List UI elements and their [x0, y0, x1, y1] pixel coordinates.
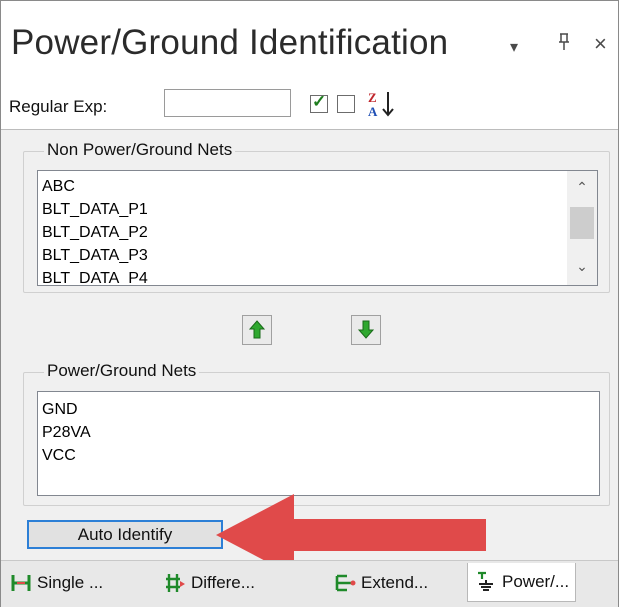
non-power-ground-nets-legend: Non Power/Ground Nets	[44, 140, 236, 160]
list-item[interactable]: VCC	[38, 444, 599, 467]
dropdown-arrow-icon[interactable]: ▾	[510, 37, 518, 57]
tab-differential[interactable]: Differe...	[163, 567, 255, 599]
list-item[interactable]: BLT_DATA_P4	[38, 267, 597, 285]
power-ground-identification-panel: Power/Ground Identification ▾ × Regular …	[0, 0, 619, 607]
tab-power-ground[interactable]: Power/...	[467, 563, 577, 602]
green-up-arrow-icon	[248, 320, 266, 339]
list-item[interactable]: P28VA	[38, 421, 599, 444]
panel-title-bar: Power/Ground Identification ▾ ×	[1, 1, 618, 87]
tab-extended[interactable]: Extend...	[333, 567, 428, 599]
list-item[interactable]: ABC	[38, 175, 597, 198]
move-to-non-power-button[interactable]	[242, 315, 272, 345]
svg-text:A: A	[368, 104, 378, 119]
tab-label: Single ...	[37, 573, 104, 592]
list-item[interactable]: BLT_DATA_P1	[38, 198, 597, 221]
scrollbar-thumb[interactable]	[570, 207, 594, 239]
tab-single-ended[interactable]: Single ...	[9, 567, 103, 599]
list-item[interactable]: BLT_DATA_P2	[38, 221, 597, 244]
regular-exp-label: Regular Exp:	[9, 97, 108, 116]
tab-label: Power/...	[502, 572, 570, 591]
non-power-ground-nets-group: Non Power/Ground Nets ABC BLT_DATA_P1 BL…	[23, 140, 610, 293]
list-item[interactable]: BLT_DATA_P3	[38, 244, 597, 267]
scroll-down-icon[interactable]: ⌄	[567, 255, 597, 277]
differential-pair-icon	[166, 574, 185, 592]
regex-checkbox-unchecked[interactable]	[337, 95, 355, 113]
regular-exp-input[interactable]	[164, 89, 291, 117]
regex-checkbox-checked[interactable]: ✓	[310, 92, 328, 113]
power-ground-icon	[478, 571, 493, 591]
tab-label: Differe...	[191, 573, 255, 592]
auto-identify-button[interactable]: Auto Identify	[27, 520, 223, 549]
single-ended-net-icon	[11, 575, 31, 591]
scroll-up-icon[interactable]: ⌃	[567, 176, 597, 198]
list-scrollbar[interactable]: ⌃ ⌄	[567, 171, 597, 285]
list-item[interactable]: GND	[38, 398, 599, 421]
power-ground-nets-list[interactable]: GND P28VA VCC	[37, 391, 600, 496]
svg-text:Z: Z	[368, 90, 377, 105]
pin-icon[interactable]	[557, 33, 571, 56]
non-power-ground-nets-list[interactable]: ABC BLT_DATA_P1 BLT_DATA_P2 BLT_DATA_P3 …	[37, 170, 598, 286]
check-mark-icon: ✓	[312, 92, 327, 111]
filter-bar: Regular Exp: ✓ Z A	[1, 87, 618, 130]
tab-label: Extend...	[361, 573, 429, 592]
power-ground-nets-legend: Power/Ground Nets	[44, 361, 200, 381]
move-to-power-button[interactable]	[351, 315, 381, 345]
panel-title: Power/Ground Identification	[11, 23, 449, 62]
bottom-tab-strip: Single ... Differe... Extend... Power/..…	[1, 560, 618, 607]
sort-z-a-icon[interactable]: Z A	[366, 89, 396, 119]
pin-glyph-icon	[559, 33, 569, 50]
extended-net-icon	[335, 574, 356, 592]
power-ground-nets-group: Power/Ground Nets GND P28VA VCC	[23, 361, 610, 506]
green-down-arrow-icon	[357, 320, 375, 339]
close-icon[interactable]: ×	[594, 31, 607, 57]
